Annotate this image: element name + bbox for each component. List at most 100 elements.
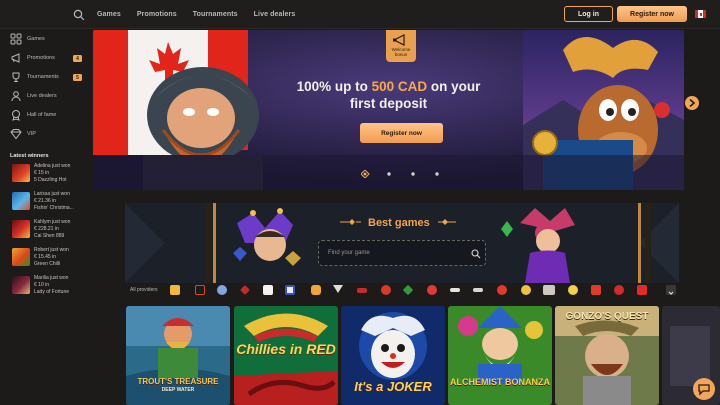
- game-thumbnail: [12, 276, 30, 294]
- sidebar: Games Promotions 4 Tournaments 5 Live de…: [0, 29, 92, 405]
- best-games-panel: Best games Find your game: [125, 203, 679, 283]
- winner-game: Green Chilli: [34, 261, 61, 267]
- winner-name: Kahlym just won: [34, 219, 71, 225]
- provider-logo-icon[interactable]: [402, 284, 414, 296]
- provider-logo-icon[interactable]: [614, 285, 624, 295]
- all-providers-label[interactable]: All providers: [130, 287, 158, 293]
- promo-title: 100% up to 500 CAD on your first deposit: [93, 78, 684, 112]
- provider-logo-icon[interactable]: [357, 288, 367, 293]
- provider-logo-icon[interactable]: [450, 288, 460, 292]
- providers-row: All providers: [125, 283, 679, 299]
- game-tile-alchemist-bonanza[interactable]: ALCHEMIST BONANZA: [448, 306, 552, 405]
- winner-name: Larissa just won: [34, 191, 70, 197]
- promo-title-part2: on your: [427, 79, 481, 94]
- provider-logo-icon[interactable]: [473, 288, 483, 292]
- banner-next-arrow-icon[interactable]: [685, 96, 699, 110]
- game-artwork: [448, 306, 552, 405]
- search-icon[interactable]: [73, 8, 85, 21]
- game-title: TROUT'S TREASURE: [137, 377, 219, 386]
- winner-name: Adelina just won: [34, 163, 71, 169]
- provider-logo-icon[interactable]: [427, 285, 437, 295]
- provider-logo-icon[interactable]: [381, 285, 391, 295]
- nav-promotions[interactable]: Promotions: [137, 11, 177, 18]
- winner-item[interactable]: Kahlym just won € 228.21 in Cai Shen 889: [12, 219, 92, 239]
- provider-logo-icon[interactable]: [591, 285, 601, 295]
- sidebar-item-label: Live dealers: [27, 93, 57, 99]
- provider-logo-icon[interactable]: [568, 285, 578, 295]
- nav-games[interactable]: Games: [97, 11, 121, 18]
- game-title: GONZO'S QUEST: [565, 311, 649, 322]
- promo-title-line2: first deposit: [349, 96, 428, 111]
- provider-logo-icon[interactable]: [311, 285, 321, 295]
- slider-dots: [361, 170, 439, 178]
- sidebar-item-label: VIP: [27, 131, 36, 137]
- provider-logo-icon[interactable]: [543, 285, 555, 295]
- game-title: Chillies in RED: [236, 341, 336, 357]
- winner-item[interactable]: Adelina just won € 15 in 5 Dazzling Hot: [12, 163, 92, 183]
- game-tile-gonzos-quest[interactable]: GONZO'S QUEST: [555, 306, 659, 405]
- provider-logo-icon[interactable]: [333, 285, 343, 295]
- winner-item[interactable]: Larissa just won € 21.36 in Fishin' Chri…: [12, 191, 92, 211]
- top-bar: Games Promotions Tournaments Live dealer…: [0, 0, 720, 29]
- sidebar-item-label: Games: [27, 36, 45, 42]
- winner-amount: € 10 in: [34, 282, 50, 288]
- sidebar-item-hall-of-fame[interactable]: Hall of fame: [10, 109, 56, 121]
- sidebar-item-label: Hall of fame: [27, 112, 57, 118]
- register-button[interactable]: Register now: [617, 6, 687, 22]
- trophy-icon: [12, 72, 20, 82]
- winner-name: Marilia just won: [34, 275, 69, 281]
- sidebar-item-vip[interactable]: VIP: [10, 128, 36, 140]
- login-button[interactable]: Log in: [564, 6, 613, 22]
- game-thumbnail: [12, 164, 30, 182]
- winner-name: Robert just won: [34, 247, 69, 253]
- promotions-icon: [11, 53, 20, 63]
- live-dealers-icon: [11, 91, 21, 102]
- nav-tournaments[interactable]: Tournaments: [193, 11, 238, 18]
- sidebar-item-promotions[interactable]: Promotions: [10, 52, 55, 64]
- winner-amount: € 15 in: [34, 170, 50, 176]
- nav-live-dealers[interactable]: Live dealers: [254, 11, 296, 18]
- winner-game: Cai Shen 889: [34, 233, 65, 239]
- winner-game: Lady of Fortune: [34, 289, 70, 295]
- game-tile-chillies-in-red[interactable]: Chillies in RED: [234, 306, 338, 405]
- promo-title-highlight: 500 CAD: [371, 79, 428, 94]
- game-thumbnail: [12, 192, 30, 210]
- provider-logo-icon[interactable]: [497, 285, 507, 295]
- winner-item[interactable]: Robert just won € 15.45 in Green Chilli: [12, 247, 92, 267]
- tournaments-badge: 5: [73, 74, 82, 81]
- winner-amount: € 15.45 in: [34, 254, 56, 260]
- chat-support-icon[interactable]: [693, 378, 715, 400]
- provider-logo-icon[interactable]: [195, 285, 205, 295]
- welcome-bonus-text: Welcome bonus: [391, 47, 411, 57]
- winner-item[interactable]: Marilia just won € 10 in Lady of Fortune: [12, 275, 92, 295]
- provider-logo-icon[interactable]: [521, 285, 531, 295]
- game-title: It's a JOKER: [354, 379, 432, 394]
- vip-diamond-icon: [10, 129, 22, 140]
- casino-page: Games Promotions Tournaments Live dealer…: [0, 0, 720, 405]
- canada-flag-icon[interactable]: [695, 10, 706, 18]
- best-games-title: Best games: [368, 217, 430, 229]
- sidebar-item-live-dealers[interactable]: Live dealers: [10, 90, 57, 102]
- banner-register-button[interactable]: Register now: [360, 123, 443, 143]
- game-tile-trouts-treasure[interactable]: TROUT'S TREASURE DEEP WATER: [126, 306, 230, 405]
- provider-logo-icon[interactable]: [240, 285, 250, 295]
- providers-expand-icon[interactable]: [666, 285, 676, 295]
- game-search-input[interactable]: Find your game: [318, 240, 486, 266]
- provider-logo-icon[interactable]: [637, 285, 647, 295]
- provider-logo-icon[interactable]: [170, 285, 180, 295]
- search-icon: [471, 249, 481, 259]
- winner-game: 5 Dazzling Hot: [34, 177, 67, 183]
- promo-banner[interactable]: Welcome bonus 100% up to 500 CAD on your…: [93, 30, 684, 190]
- games-icon: [10, 33, 22, 45]
- game-subtitle: DEEP WATER: [161, 387, 195, 393]
- game-tile-its-a-joker[interactable]: It's a JOKER: [341, 306, 445, 405]
- megaphone-icon: [393, 34, 405, 46]
- provider-logo-icon[interactable]: [285, 285, 295, 295]
- hall-of-fame-icon: [12, 110, 20, 121]
- provider-logo-icon[interactable]: [263, 285, 273, 295]
- provider-logo-icon[interactable]: [217, 285, 227, 295]
- winner-game: Fishin' Christma...: [34, 205, 74, 211]
- sidebar-item-tournaments[interactable]: Tournaments: [10, 71, 59, 83]
- welcome-bonus-tag: Welcome bonus: [386, 30, 416, 62]
- sidebar-item-games[interactable]: Games: [10, 33, 45, 45]
